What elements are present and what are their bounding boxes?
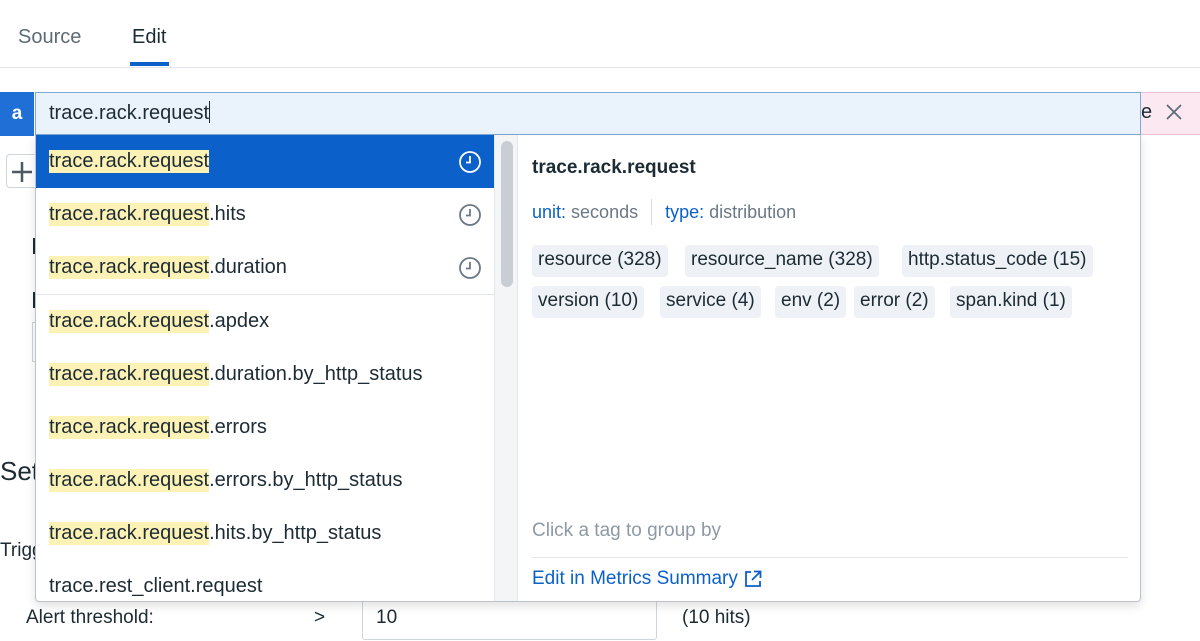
trigger-label-fragment: Trigg — [0, 540, 36, 561]
suggestion-match: trace.rack.request — [49, 416, 210, 439]
group-by-hint: Click a tag to group by — [532, 520, 722, 541]
tag-chip[interactable]: service (4) — [660, 286, 761, 318]
section-heading-fragment: Set — [0, 456, 36, 486]
suggestion-suffix: .hits.by_http_status — [209, 522, 382, 544]
suggestion-scrollbar-thumb[interactable] — [501, 141, 513, 287]
metric-detail-meta: unit: seconds type: distribution — [532, 199, 796, 225]
alert-operator: > — [314, 607, 326, 628]
suggestion-suffix: .errors.by_http_status — [209, 469, 403, 491]
metric-autocomplete-dropdown: trace.rack.request trace.rack.request .hi… — [35, 135, 1141, 602]
suggestion-item[interactable]: trace.rack.request .duration.by_http_stat… — [36, 348, 494, 401]
close-icon[interactable] — [1163, 101, 1185, 123]
alert-threshold-label: Alert threshold: — [26, 607, 154, 628]
suggestion-suffix: .duration — [209, 256, 287, 278]
metric-detail-panel: trace.rack.request unit: seconds type: d… — [519, 135, 1140, 601]
detail-divider — [532, 557, 1128, 558]
suggestion-item[interactable]: trace.rack.request .errors.by_http_status — [36, 454, 494, 507]
tag-chip[interactable]: resource_name (328) — [685, 245, 879, 277]
tab-edit[interactable]: Edit — [132, 26, 166, 49]
metric-search-value: trace.rack.request — [49, 102, 210, 124]
suggestion-suffix: .errors — [209, 416, 267, 438]
suggestion-item[interactable]: trace.rack.request — [36, 135, 494, 188]
query-letter-badge[interactable]: a — [0, 92, 34, 136]
tag-chip[interactable]: error (2) — [854, 286, 935, 318]
tag-chip[interactable]: env (2) — [775, 286, 847, 318]
query-field-trailing-text: e — [1141, 101, 1153, 123]
suggestion-item[interactable]: trace.rack.request .errors — [36, 401, 494, 454]
suggestion-suffix: .duration.by_http_status — [209, 363, 423, 385]
metric-suggestion-list: trace.rack.request trace.rack.request .hi… — [36, 135, 494, 601]
metric-detail-title: trace.rack.request — [532, 157, 696, 178]
recent-clock-icon — [458, 150, 482, 174]
recent-clock-icon — [458, 256, 482, 280]
alert-threshold-input[interactable]: 10 — [362, 596, 657, 640]
recent-clock-icon — [458, 203, 482, 227]
tag-chip[interactable]: span.kind (1) — [950, 286, 1072, 318]
suggestion-item[interactable]: trace.rest_client.request — [36, 560, 494, 601]
suggestion-match: trace.rack.request — [49, 469, 210, 492]
suggestion-match: trace.rack.request — [49, 150, 210, 173]
suggestion-item[interactable]: trace.rack.request .apdex — [36, 295, 494, 348]
metrics-summary-link-label: Edit in Metrics Summary — [532, 568, 738, 589]
suggestion-match: trace.rack.request — [49, 203, 210, 226]
text-caret — [209, 101, 211, 123]
suggestion-item[interactable]: trace.rack.request .hits.by_http_status — [36, 507, 494, 560]
tag-chip[interactable]: resource (328) — [532, 245, 668, 277]
external-link-icon — [743, 569, 763, 589]
suggestion-match: trace.rack.request — [49, 522, 210, 545]
editor-tabs: Source Edit — [0, 0, 1200, 68]
suggestion-suffix: trace.rest_client.request — [49, 575, 263, 597]
suggestion-match: trace.rack.request — [49, 256, 210, 279]
alert-threshold-hint: (10 hits) — [682, 607, 751, 628]
add-query-button[interactable] — [6, 154, 36, 188]
active-tab-indicator — [130, 62, 169, 66]
metrics-summary-link[interactable]: Edit in Metrics Summary — [532, 568, 763, 590]
suggestion-match: trace.rack.request — [49, 310, 210, 333]
suggestion-item[interactable]: trace.rack.request .duration — [36, 241, 494, 294]
unit-value: seconds — [571, 201, 639, 222]
unit-key: unit: — [532, 201, 567, 222]
suggestion-match: trace.rack.request — [49, 363, 210, 386]
type-value: distribution — [709, 201, 797, 222]
tab-source[interactable]: Source — [18, 26, 81, 49]
suggestion-suffix: .apdex — [209, 310, 270, 332]
suggestion-suffix: .hits — [209, 203, 246, 225]
suggestion-item[interactable]: trace.rack.request .hits — [36, 188, 494, 241]
type-key: type: — [665, 201, 705, 222]
meta-divider — [651, 199, 653, 225]
metric-search-input[interactable]: trace.rack.request — [35, 92, 1141, 135]
tag-chip[interactable]: http.status_code (15) — [902, 245, 1093, 277]
tag-chip[interactable]: version (10) — [532, 286, 645, 318]
